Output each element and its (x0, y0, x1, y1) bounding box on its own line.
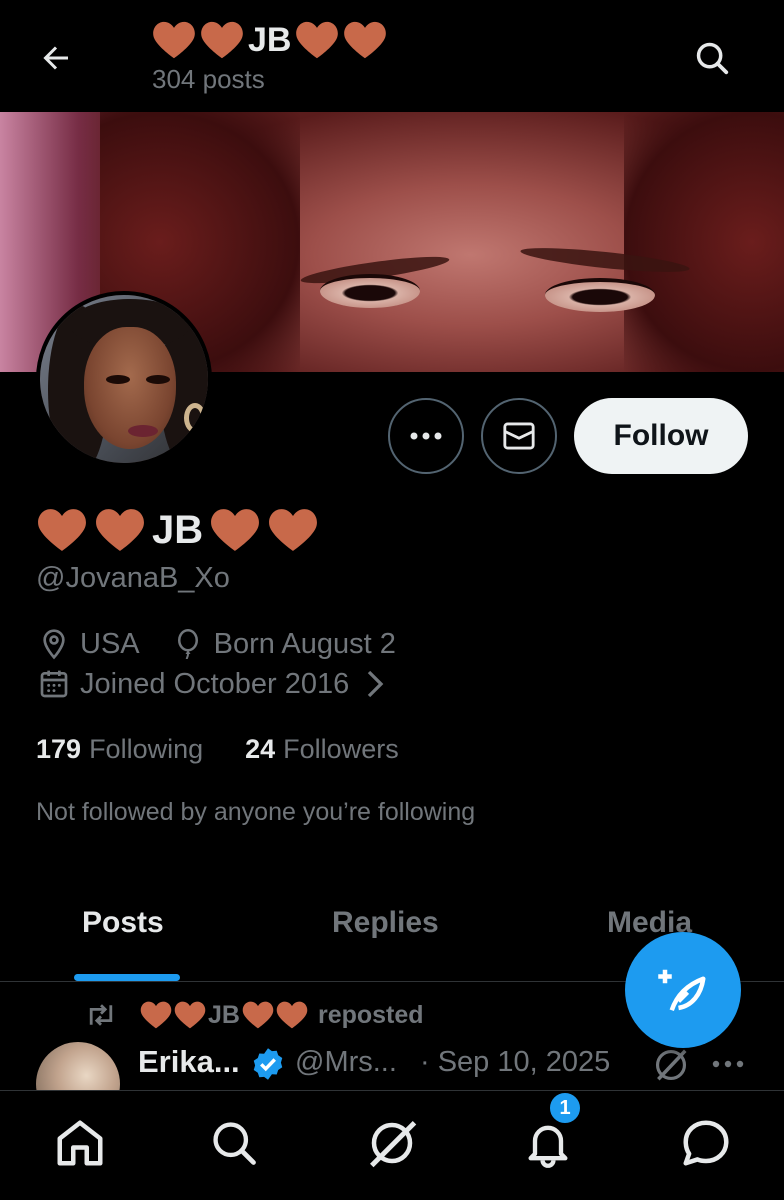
bottom-navigation: 1 (0, 1090, 784, 1200)
heart-emoji-icon (38, 509, 86, 551)
profile-display-name: JB (36, 506, 319, 554)
search-icon (213, 1122, 256, 1165)
repost-user[interactable]: JB (208, 1001, 240, 1030)
balloon-icon (170, 626, 206, 662)
nav-home-button[interactable] (50, 1113, 110, 1173)
nav-grok-button[interactable] (362, 1113, 422, 1173)
repost-label: reposted (317, 1000, 424, 1029)
tab-posts[interactable]: Posts (82, 906, 164, 940)
not-followed-notice: Not followed by anyone you’re following (36, 798, 476, 826)
compose-post-button[interactable] (625, 932, 741, 1048)
repost-icon (84, 1001, 118, 1029)
heart-emoji-icon (211, 509, 260, 551)
more-horizontal-icon (410, 432, 442, 440)
repost-context: JB reposted (84, 1000, 424, 1030)
posts-count: 304 posts (152, 64, 265, 94)
following-stat[interactable]: 179 Following (36, 734, 203, 765)
chevron-right-icon (357, 666, 393, 702)
tab-replies[interactable]: Replies (332, 906, 439, 940)
header-title: JB (152, 18, 387, 62)
calendar-icon (36, 666, 72, 702)
heart-emoji-icon (201, 21, 243, 59)
verified-badge-icon (253, 1048, 283, 1080)
envelope-icon (503, 422, 535, 450)
grok-icon[interactable] (652, 1046, 690, 1084)
more-horizontal-icon (712, 1060, 744, 1068)
followers-label: Followers (283, 734, 399, 764)
heart-emoji-icon (96, 509, 144, 551)
grok-icon (369, 1120, 417, 1168)
post-date[interactable]: · Sep 10, 2025 (420, 1046, 610, 1079)
back-button[interactable] (34, 36, 78, 80)
heart-emoji-icon (269, 509, 318, 551)
more-options-button[interactable] (388, 398, 464, 474)
active-tab-indicator (74, 974, 180, 981)
compose-feather-icon (658, 969, 706, 1012)
header-title-block: JB 304 posts (152, 18, 387, 95)
profile-meta-row: USA Born August 2 (36, 626, 396, 662)
home-icon (57, 1120, 103, 1166)
profile-handle: @JovanaB_Xo (36, 562, 230, 594)
post-author-handle[interactable]: @Mrs... (295, 1046, 397, 1079)
nav-messages-button[interactable] (676, 1113, 736, 1173)
messages-icon (683, 1120, 729, 1166)
nav-search-button[interactable] (204, 1113, 264, 1173)
heart-emoji-icon (242, 1001, 274, 1029)
profile-location: USA (80, 627, 140, 660)
message-button[interactable] (481, 398, 557, 474)
search-icon (696, 42, 729, 75)
profile-birthday: Born August 2 (213, 627, 396, 660)
heart-emoji-icon (140, 1001, 172, 1029)
follow-stats: 179 Following 24 Followers (36, 734, 399, 765)
header-title-text: JB (248, 20, 292, 59)
notification-badge: 1 (548, 1091, 582, 1125)
heart-emoji-icon (276, 1001, 308, 1029)
profile-name-text: JB (152, 507, 204, 552)
heart-emoji-icon (174, 1001, 206, 1029)
followers-stat[interactable]: 24 Followers (245, 734, 399, 765)
follow-button[interactable]: Follow (574, 398, 748, 474)
following-label: Following (89, 734, 204, 764)
top-bar: JB 304 posts (0, 0, 784, 112)
profile-avatar[interactable] (36, 291, 212, 467)
profile-joined: Joined October 2016 (80, 667, 350, 700)
post-more-button[interactable] (708, 1044, 748, 1084)
post-author-name[interactable]: Erika... (138, 1044, 240, 1080)
location-pin-icon (36, 626, 72, 662)
profile-joined-row[interactable]: Joined October 2016 (36, 666, 401, 702)
search-button[interactable] (688, 34, 736, 82)
arrow-left-icon (43, 46, 68, 70)
heart-emoji-icon (344, 21, 387, 59)
heart-emoji-icon (153, 21, 195, 59)
heart-emoji-icon (296, 21, 339, 59)
followers-count: 24 (245, 734, 276, 764)
following-count: 179 (36, 734, 82, 764)
